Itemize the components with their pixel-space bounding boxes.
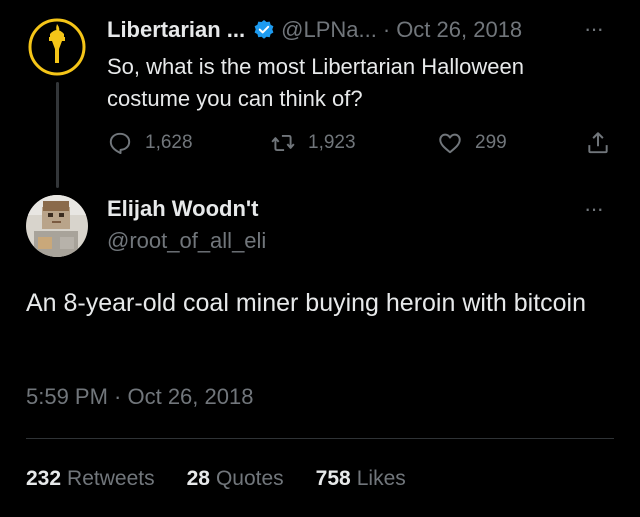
parent-action-bar: 1,628 1,923 299 bbox=[107, 130, 617, 162]
profile-avatar-icon bbox=[26, 195, 88, 257]
reply-icon bbox=[109, 132, 131, 155]
like-button[interactable]: 299 bbox=[437, 130, 507, 156]
likes-stat-count: 758 bbox=[315, 467, 351, 490]
reply-author-name[interactable]: Elijah Woodn't bbox=[107, 196, 258, 222]
retweet-button[interactable]: 1,923 bbox=[270, 130, 356, 156]
reply-handle[interactable]: @root_of_all_eli bbox=[107, 228, 266, 254]
reply-timestamp[interactable]: 5:59 PM · Oct 26, 2018 bbox=[26, 384, 253, 410]
retweets-stat[interactable]: 232 Retweets bbox=[26, 467, 155, 491]
quotes-stat-label: Quotes bbox=[215, 467, 284, 490]
thread-connector-line bbox=[56, 82, 59, 188]
retweets-stat-count: 232 bbox=[26, 467, 62, 490]
user-avatar[interactable] bbox=[26, 195, 88, 257]
share-icon bbox=[588, 132, 608, 154]
reply-tweet-text: An 8-year-old coal miner buying heroin w… bbox=[26, 289, 587, 317]
divider bbox=[26, 438, 614, 439]
retweet-count: 1,923 bbox=[308, 132, 356, 153]
like-count: 299 bbox=[475, 132, 507, 153]
share-button[interactable] bbox=[585, 130, 623, 156]
reply-more-options-icon[interactable]: ··· bbox=[584, 196, 604, 222]
lp-avatar[interactable] bbox=[26, 16, 88, 78]
engagement-stats: 232 Retweets 28 Quotes 758 Likes bbox=[26, 467, 438, 491]
quotes-stat[interactable]: 28 Quotes bbox=[187, 467, 284, 491]
reply-button[interactable]: 1,628 bbox=[107, 130, 193, 156]
parent-tweet-text: So, what is the most Libertarian Hallowe… bbox=[107, 54, 524, 111]
parent-handle[interactable]: @LPNa... bbox=[281, 17, 377, 43]
parent-author-name[interactable]: Libertarian ... bbox=[107, 17, 245, 43]
verified-badge-icon bbox=[253, 19, 275, 41]
heart-icon bbox=[439, 133, 461, 154]
retweets-stat-label: Retweets bbox=[67, 467, 155, 490]
likes-stat-label: Likes bbox=[356, 467, 406, 490]
likes-stat[interactable]: 758 Likes bbox=[316, 467, 406, 491]
retweet-icon bbox=[271, 134, 295, 152]
parent-more-options-icon[interactable]: ··· bbox=[584, 16, 604, 42]
quotes-stat-count: 28 bbox=[186, 467, 210, 490]
torch-logo-icon bbox=[26, 16, 88, 78]
parent-tweet-header: Libertarian ... @LPNa... · Oct 26, 2018 bbox=[107, 15, 522, 45]
separator-dot: · bbox=[382, 17, 391, 42]
parent-date[interactable]: Oct 26, 2018 bbox=[396, 17, 522, 43]
reply-count: 1,628 bbox=[145, 132, 193, 153]
